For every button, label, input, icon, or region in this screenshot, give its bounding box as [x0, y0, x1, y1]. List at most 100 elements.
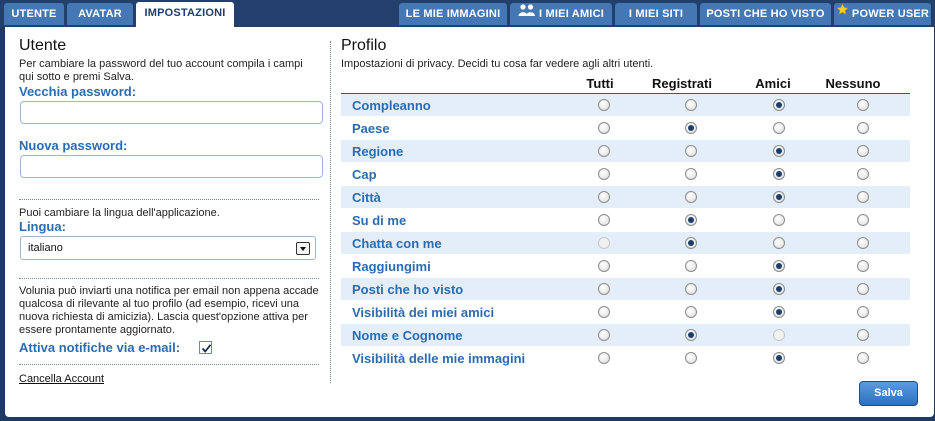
tab-avatar[interactable]: AVATAR: [67, 3, 133, 25]
privacy-row: Posti che ho visto: [341, 278, 910, 301]
column-header-nessuno: Nessuno: [825, 76, 881, 91]
privacy-row: Paese: [341, 117, 910, 140]
privacy-radio-registrati[interactable]: [685, 145, 697, 157]
delete-account-link[interactable]: Cancella Account: [19, 373, 104, 385]
privacy-row-label: Chatta con me: [352, 236, 442, 251]
tab-posti-che-ho-visto[interactable]: POSTI CHE HO VISTO: [700, 3, 831, 25]
privacy-radio-nessuno[interactable]: [857, 191, 869, 203]
privacy-radio-amici[interactable]: [773, 352, 785, 364]
column-divider: [330, 41, 331, 383]
privacy-radio-amici: [773, 329, 785, 341]
tab-le-mie-immagini[interactable]: LE MIE IMMAGINI: [399, 3, 507, 25]
privacy-radio-registrati[interactable]: [685, 191, 697, 203]
privacy-row-label: Paese: [352, 121, 390, 136]
star-icon: [836, 2, 849, 24]
privacy-radio-amici[interactable]: [773, 168, 785, 180]
privacy-radio-nessuno[interactable]: [857, 306, 869, 318]
privacy-radio-registrati[interactable]: [685, 306, 697, 318]
divider: [19, 278, 319, 279]
privacy-row: Su di me: [341, 209, 910, 232]
old-password-field[interactable]: [20, 101, 323, 124]
privacy-radio-nessuno[interactable]: [857, 352, 869, 364]
new-password-label: Nuova password:: [19, 138, 128, 153]
password-help-text: Per cambiare la password del tuo account…: [19, 58, 303, 83]
privacy-radio-registrati[interactable]: [685, 237, 697, 249]
privacy-radio-nessuno[interactable]: [857, 237, 869, 249]
privacy-radio-tutti[interactable]: [598, 214, 610, 226]
privacy-radio-tutti[interactable]: [598, 145, 610, 157]
privacy-radio-amici[interactable]: [773, 214, 785, 226]
privacy-radio-tutti[interactable]: [598, 283, 610, 295]
save-button[interactable]: Salva: [859, 381, 918, 406]
privacy-row-label: Visibilità delle mie immagini: [352, 351, 526, 366]
privacy-radio-registrati[interactable]: [685, 214, 697, 226]
tab-impostazioni[interactable]: IMPOSTAZIONI: [136, 2, 234, 27]
tab-power-user[interactable]: POWER USER: [834, 3, 931, 25]
top-tab-bar: UTENTE AVATAR IMPOSTAZIONI LE MIE IMMAGI…: [0, 0, 935, 27]
privacy-row: Nome e Cognome: [341, 324, 910, 347]
privacy-row: Città: [341, 186, 910, 209]
privacy-radio-tutti[interactable]: [598, 168, 610, 180]
privacy-row-label: Nome e Cognome: [352, 328, 463, 343]
privacy-radio-registrati[interactable]: [685, 283, 697, 295]
privacy-row: Compleanno: [341, 94, 910, 117]
privacy-radio-tutti[interactable]: [598, 260, 610, 272]
privacy-radio-amici[interactable]: [773, 99, 785, 111]
privacy-radio-amici[interactable]: [773, 260, 785, 272]
privacy-row: Cap: [341, 163, 910, 186]
privacy-radio-registrati[interactable]: [685, 99, 697, 111]
privacy-radio-amici[interactable]: [773, 306, 785, 318]
privacy-radio-registrati[interactable]: [685, 352, 697, 364]
privacy-radio-tutti[interactable]: [598, 99, 610, 111]
privacy-radio-registrati[interactable]: [685, 122, 697, 134]
divider: [19, 199, 319, 200]
privacy-radio-nessuno[interactable]: [857, 214, 869, 226]
privacy-radio-tutti[interactable]: [598, 352, 610, 364]
privacy-row: Chatta con me: [341, 232, 910, 255]
column-header-registrati: Registrati: [652, 76, 712, 91]
chevron-down-icon[interactable]: [296, 242, 310, 255]
privacy-row-label: Posti che ho visto: [352, 282, 464, 297]
privacy-row: Regione: [341, 140, 910, 163]
privacy-radio-nessuno[interactable]: [857, 145, 869, 157]
privacy-radio-nessuno[interactable]: [857, 168, 869, 180]
privacy-radio-tutti: [598, 237, 610, 249]
privacy-radio-amici[interactable]: [773, 237, 785, 249]
privacy-radio-amici[interactable]: [773, 191, 785, 203]
tab-utente[interactable]: UTENTE: [4, 3, 64, 25]
privacy-radio-nessuno[interactable]: [857, 283, 869, 295]
language-select[interactable]: italiano: [20, 236, 316, 260]
privacy-row-label: Raggiungimi: [352, 259, 431, 274]
privacy-radio-tutti[interactable]: [598, 122, 610, 134]
privacy-radio-amici[interactable]: [773, 145, 785, 157]
privacy-row-label: Città: [352, 190, 381, 205]
privacy-radio-registrati[interactable]: [685, 329, 697, 341]
old-password-label: Vecchia password:: [19, 84, 137, 99]
notify-label: Attiva notifiche via e-mail:: [19, 340, 181, 355]
privacy-row: Raggiungimi: [341, 255, 910, 278]
profilo-subtitle: Impostazioni di privacy. Decidi tu cosa …: [341, 58, 654, 70]
column-header-amici: Amici: [755, 76, 791, 91]
privacy-row-label: Regione: [352, 144, 404, 159]
privacy-radio-registrati[interactable]: [685, 260, 697, 272]
privacy-radio-tutti[interactable]: [598, 306, 610, 318]
divider: [19, 364, 319, 365]
tab-i-miei-amici[interactable]: I MIEI AMICI: [510, 3, 612, 25]
friends-icon: [518, 2, 536, 24]
privacy-radio-amici[interactable]: [773, 283, 785, 295]
privacy-radio-nessuno[interactable]: [857, 99, 869, 111]
privacy-radio-registrati[interactable]: [685, 168, 697, 180]
tab-i-miei-siti[interactable]: I MIEI SITI: [615, 3, 697, 25]
privacy-radio-tutti[interactable]: [598, 191, 610, 203]
privacy-radio-amici[interactable]: [773, 122, 785, 134]
privacy-radio-nessuno[interactable]: [857, 122, 869, 134]
privacy-row-label: Su di me: [352, 213, 407, 228]
privacy-row: Visibilità dei miei amici: [341, 301, 910, 324]
privacy-radio-nessuno[interactable]: [857, 329, 869, 341]
privacy-row-label: Visibilità dei miei amici: [352, 305, 495, 320]
settings-panel: Utente Per cambiare la password del tuo …: [5, 27, 934, 417]
privacy-radio-tutti[interactable]: [598, 329, 610, 341]
new-password-field[interactable]: [20, 155, 323, 178]
notify-checkbox[interactable]: [199, 341, 212, 354]
privacy-radio-nessuno[interactable]: [857, 260, 869, 272]
